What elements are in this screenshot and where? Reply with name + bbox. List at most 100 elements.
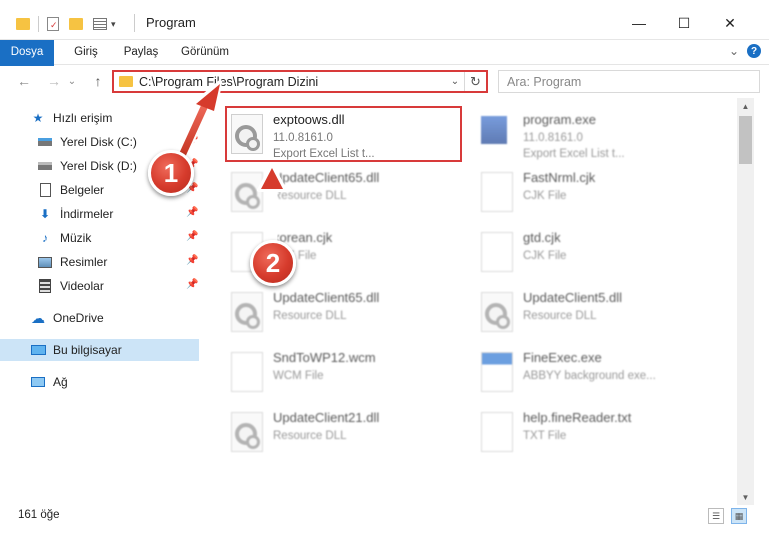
scroll-up-arrow-icon[interactable]: ▲ bbox=[737, 98, 754, 114]
properties-icon[interactable]: ✓ bbox=[47, 17, 59, 31]
pin-icon[interactable]: 📌 bbox=[186, 135, 198, 147]
file-item[interactable]: FastNrml.cjk CJK File bbox=[475, 164, 709, 218]
folder-icon bbox=[16, 18, 30, 30]
network-icon bbox=[30, 375, 46, 389]
file-list: exptoows.dll 11.0.8161.0 Export Excel Li… bbox=[205, 102, 737, 497]
back-button[interactable]: ← bbox=[14, 71, 34, 91]
video-icon bbox=[37, 279, 53, 293]
sidebar-item-label: Ağ bbox=[53, 375, 68, 389]
sidebar-item-label: OneDrive bbox=[53, 311, 104, 325]
forward-button[interactable]: → bbox=[44, 71, 64, 91]
recent-locations-button[interactable]: ⌄ bbox=[66, 71, 78, 91]
sidebar-item-label: Resimler bbox=[60, 255, 108, 269]
file-type: Resource DLL bbox=[273, 190, 347, 202]
file-name: UpdateClient5.dll bbox=[523, 290, 623, 305]
file-icon bbox=[481, 172, 513, 212]
file-item[interactable]: FineExec.exe ABBYY background exe... bbox=[475, 344, 709, 398]
maximize-button[interactable]: ☐ bbox=[661, 8, 707, 38]
address-path[interactable]: C:\Program Files\Program Dizini bbox=[139, 75, 446, 89]
dll-file-icon bbox=[231, 172, 263, 212]
navigation-bar: ← → ⌄ ↑ C:\Program Files\Program Dizini … bbox=[0, 66, 769, 96]
ribbon-tabs: Dosya Giriş Paylaş Görünüm ⌄ ? bbox=[0, 40, 769, 94]
title-bar: ✓ ▾ Program — ☐ ✕ bbox=[0, 0, 769, 40]
scroll-down-arrow-icon[interactable]: ▼ bbox=[737, 489, 754, 505]
file-item[interactable]: UpdateClient65.dll Resource DLL bbox=[225, 284, 459, 338]
sidebar-item-downloads[interactable]: ⬇ İndirmeler 📌 bbox=[0, 203, 199, 225]
file-item[interactable]: help.fineReader.txt TXT File bbox=[475, 404, 709, 458]
sidebar-item-label: Hızlı erişim bbox=[53, 111, 113, 125]
close-button[interactable]: ✕ bbox=[707, 8, 753, 38]
file-type: TXT File bbox=[523, 430, 567, 442]
view-options-icon[interactable] bbox=[93, 18, 107, 30]
file-type: CJK File bbox=[523, 190, 567, 202]
window-title: Program bbox=[146, 15, 196, 30]
pin-icon[interactable]: 📌 bbox=[186, 207, 198, 219]
dll-file-icon bbox=[231, 292, 263, 332]
file-item-program-exe[interactable]: program.exe 11.0.8161.0 Export Excel Lis… bbox=[475, 106, 709, 160]
pin-icon[interactable]: 📌 bbox=[186, 255, 198, 267]
folder-icon bbox=[119, 76, 133, 87]
pin-icon[interactable]: 📌 bbox=[186, 231, 198, 243]
sidebar-item-label: Yerel Disk (D:) bbox=[60, 159, 137, 173]
tab-share[interactable]: Paylaş bbox=[118, 40, 164, 65]
sidebar-item-network[interactable]: Ağ bbox=[0, 371, 199, 393]
sidebar-item-quick-access[interactable]: ★ Hızlı erişim bbox=[0, 107, 199, 129]
file-description: Export Excel List t... bbox=[523, 148, 625, 160]
file-name: UpdateClient65.dll bbox=[273, 170, 380, 185]
scrollbar-thumb[interactable] bbox=[739, 116, 752, 164]
file-name: UpdateClient65.dll bbox=[273, 290, 380, 305]
search-input[interactable]: Ara: Program bbox=[498, 70, 760, 93]
sidebar-item-label: Bu bilgisayar bbox=[53, 343, 122, 357]
star-icon: ★ bbox=[32, 111, 44, 125]
large-icons-view-icon[interactable]: ▦ bbox=[731, 508, 747, 524]
ribbon-expand-icon[interactable]: ⌄ bbox=[729, 44, 739, 58]
file-item[interactable]: UpdateClient65.dll Resource DLL bbox=[225, 164, 459, 218]
help-icon[interactable]: ? bbox=[747, 44, 761, 58]
step-marker-2: 2 bbox=[250, 240, 296, 286]
details-view-icon[interactable]: ☰ bbox=[708, 508, 724, 524]
minimize-button[interactable]: — bbox=[616, 8, 662, 38]
file-item[interactable]: SndToWP12.wcm WCM File bbox=[225, 344, 459, 398]
sidebar-item-this-pc[interactable]: Bu bilgisayar bbox=[0, 339, 199, 361]
up-button[interactable]: ↑ bbox=[88, 71, 108, 91]
step-marker-1: 1 bbox=[148, 150, 194, 196]
customize-toolbar-icon[interactable]: ▾ bbox=[111, 19, 116, 30]
exe-file-icon bbox=[481, 352, 513, 392]
quick-access-toolbar: ✓ ▾ bbox=[16, 14, 116, 34]
file-name: program.exe bbox=[523, 112, 596, 127]
download-icon: ⬇ bbox=[39, 207, 51, 221]
file-name: FastNrml.cjk bbox=[523, 170, 596, 185]
file-version: 11.0.8161.0 bbox=[523, 132, 583, 144]
dll-file-icon bbox=[481, 292, 513, 332]
refresh-icon[interactable]: ↻ bbox=[464, 72, 486, 91]
sidebar-item-music[interactable]: ♪ Müzik 📌 bbox=[0, 227, 199, 249]
address-bar[interactable]: C:\Program Files\Program Dizini ⌄ ↻ bbox=[112, 70, 488, 93]
chevron-down-icon[interactable]: ⌄ bbox=[446, 76, 464, 87]
file-item[interactable]: gtd.cjk CJK File bbox=[475, 224, 709, 278]
file-item[interactable]: UpdateClient5.dll Resource DLL bbox=[475, 284, 709, 338]
sidebar-item-label: İndirmeler bbox=[60, 207, 114, 221]
sidebar-item-pictures[interactable]: Resimler 📌 bbox=[0, 251, 199, 273]
sidebar-item-videos[interactable]: Videolar 📌 bbox=[0, 275, 199, 297]
file-type: Resource DLL bbox=[273, 430, 347, 442]
sidebar-item-label: Videolar bbox=[60, 279, 104, 293]
tab-view[interactable]: Görünüm bbox=[174, 40, 236, 65]
sidebar-item-onedrive[interactable]: ☁ OneDrive bbox=[0, 307, 199, 329]
file-name: help.fineReader.txt bbox=[523, 410, 632, 425]
file-name: gtd.cjk bbox=[523, 230, 561, 245]
file-type: ABBYY background exe... bbox=[523, 370, 656, 382]
tab-home[interactable]: Giriş bbox=[64, 40, 108, 65]
new-folder-icon[interactable] bbox=[69, 18, 83, 30]
drive-icon bbox=[37, 135, 53, 149]
file-name: FineExec.exe bbox=[523, 350, 602, 365]
file-name: SndToWP12.wcm bbox=[273, 350, 376, 365]
sidebar-item-label: Belgeler bbox=[60, 183, 105, 197]
computer-icon bbox=[30, 343, 46, 357]
sidebar-item-label: Müzik bbox=[60, 231, 92, 245]
vertical-scrollbar[interactable]: ▲ ▼ bbox=[737, 98, 754, 505]
file-highlight-box bbox=[225, 106, 462, 162]
file-item[interactable]: UpdateClient21.dll Resource DLL bbox=[225, 404, 459, 458]
drive-icon bbox=[37, 159, 53, 173]
pictures-icon bbox=[37, 255, 53, 269]
pin-icon[interactable]: 📌 bbox=[186, 279, 198, 291]
